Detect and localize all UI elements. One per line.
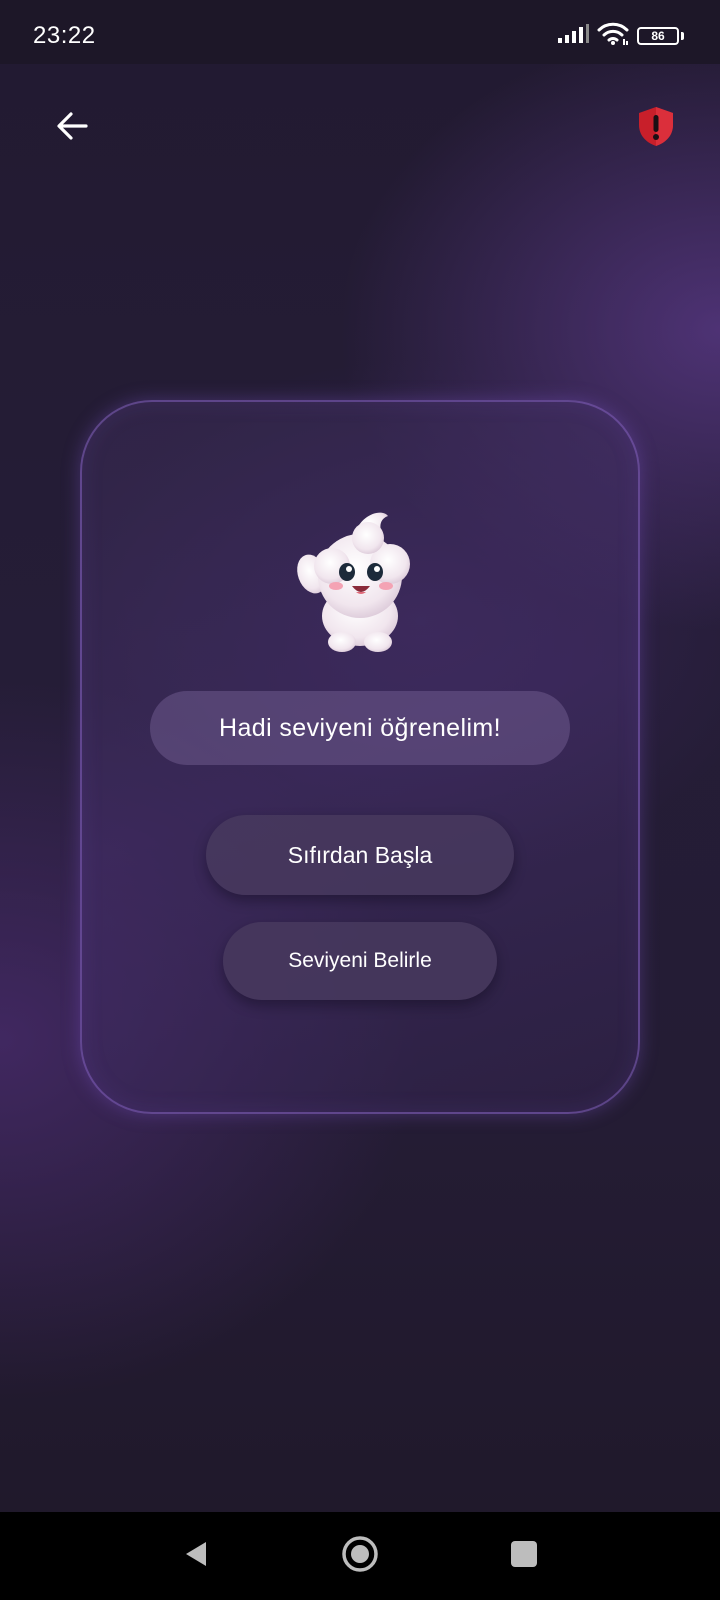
nav-back-button[interactable] <box>172 1532 220 1580</box>
status-icons: 86 <box>557 22 684 51</box>
back-triangle-icon <box>181 1539 211 1574</box>
battery-level: 86 <box>651 29 665 43</box>
wifi-icon <box>597 22 629 51</box>
start-from-scratch-button[interactable]: Sıfırdan Başla <box>206 815 514 895</box>
recents-square-icon <box>510 1540 538 1573</box>
shield-alert-button[interactable] <box>634 106 678 150</box>
home-circle-icon <box>341 1535 379 1578</box>
nav-home-button[interactable] <box>336 1532 384 1580</box>
mascot-image <box>290 506 430 656</box>
back-button[interactable] <box>50 106 94 150</box>
battery-icon: 86 <box>637 27 679 45</box>
level-prompt: Hadi seviyeni öğrenelim! <box>150 691 570 765</box>
signal-icon <box>557 23 589 49</box>
nav-recents-button[interactable] <box>500 1532 548 1580</box>
status-bar: 23:22 86 <box>0 0 720 64</box>
arrow-left-icon <box>55 111 89 146</box>
battery-tip <box>681 32 684 40</box>
shield-alert-icon <box>636 105 676 152</box>
determine-level-button[interactable]: Seviyeni Belirle <box>223 922 497 1000</box>
status-time: 23:22 <box>33 22 96 49</box>
navigation-bar <box>0 1512 720 1600</box>
